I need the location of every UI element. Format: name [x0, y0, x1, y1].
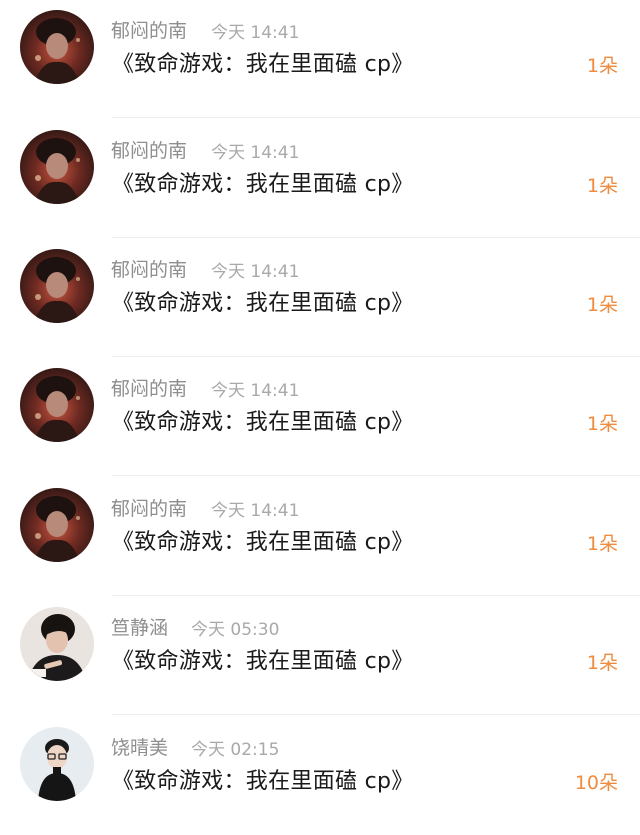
list-item[interactable]: 郁闷的南 今天 14:41 《致命游戏：我在里面磕 cp》 1朵 — [0, 239, 640, 357]
username[interactable]: 笪静涵 — [111, 613, 168, 640]
timestamp: 今天 02:15 — [191, 740, 280, 760]
divider — [112, 117, 640, 118]
avatar-image — [20, 10, 94, 84]
gift-record-list: 郁闷的南 今天 14:41 《致命游戏：我在里面磕 cp》 1朵 郁闷的南 今天… — [0, 0, 640, 822]
username[interactable]: 郁闷的南 — [111, 374, 187, 401]
username[interactable]: 郁闷的南 — [111, 16, 187, 43]
book-title[interactable]: 《致命游戏：我在里面磕 cp》 — [112, 763, 414, 795]
avatar[interactable] — [20, 249, 94, 323]
avatar-image — [20, 249, 94, 323]
avatar-image — [20, 130, 94, 204]
book-title[interactable]: 《致命游戏：我在里面磕 cp》 — [112, 46, 414, 78]
list-item[interactable]: 饶晴美 今天 02:15 《致命游戏：我在里面磕 cp》 10朵 — [0, 717, 640, 835]
divider — [112, 237, 640, 238]
book-title[interactable]: 《致命游戏：我在里面磕 cp》 — [112, 524, 414, 556]
gift-count: 1朵 — [586, 55, 618, 77]
avatar[interactable] — [20, 10, 94, 84]
avatar-image — [20, 488, 94, 562]
gift-count: 1朵 — [586, 175, 618, 197]
timestamp: 今天 05:30 — [191, 620, 280, 640]
timestamp: 今天 14:41 — [211, 262, 300, 282]
book-title[interactable]: 《致命游戏：我在里面磕 cp》 — [112, 404, 414, 436]
avatar[interactable] — [20, 130, 94, 204]
divider — [112, 595, 640, 596]
list-item[interactable]: 笪静涵 今天 05:30 《致命游戏：我在里面磕 cp》 1朵 — [0, 597, 640, 715]
gift-count: 10朵 — [574, 772, 618, 794]
timestamp: 今天 14:41 — [211, 501, 300, 521]
username[interactable]: 郁闷的南 — [111, 255, 187, 282]
gift-count: 1朵 — [586, 413, 618, 435]
timestamp: 今天 14:41 — [211, 143, 300, 163]
avatar-image — [20, 607, 94, 681]
username[interactable]: 郁闷的南 — [111, 494, 187, 521]
avatar-image — [20, 727, 94, 801]
divider — [112, 475, 640, 476]
list-item[interactable]: 郁闷的南 今天 14:41 《致命游戏：我在里面磕 cp》 1朵 — [0, 120, 640, 238]
timestamp: 今天 14:41 — [211, 23, 300, 43]
avatar[interactable] — [20, 727, 94, 801]
gift-count: 1朵 — [586, 533, 618, 555]
username[interactable]: 饶晴美 — [111, 733, 168, 760]
gift-count: 1朵 — [586, 294, 618, 316]
book-title[interactable]: 《致命游戏：我在里面磕 cp》 — [112, 285, 414, 317]
avatar[interactable] — [20, 368, 94, 442]
avatar-image — [20, 368, 94, 442]
avatar[interactable] — [20, 607, 94, 681]
list-item[interactable]: 郁闷的南 今天 14:41 《致命游戏：我在里面磕 cp》 1朵 — [0, 0, 640, 118]
list-item[interactable]: 郁闷的南 今天 14:41 《致命游戏：我在里面磕 cp》 1朵 — [0, 478, 640, 596]
avatar[interactable] — [20, 488, 94, 562]
divider — [112, 714, 640, 715]
list-item[interactable]: 郁闷的南 今天 14:41 《致命游戏：我在里面磕 cp》 1朵 — [0, 358, 640, 476]
divider — [112, 356, 640, 357]
username[interactable]: 郁闷的南 — [111, 136, 187, 163]
book-title[interactable]: 《致命游戏：我在里面磕 cp》 — [112, 166, 414, 198]
timestamp: 今天 14:41 — [211, 381, 300, 401]
book-title[interactable]: 《致命游戏：我在里面磕 cp》 — [112, 643, 414, 675]
gift-count: 1朵 — [586, 652, 618, 674]
